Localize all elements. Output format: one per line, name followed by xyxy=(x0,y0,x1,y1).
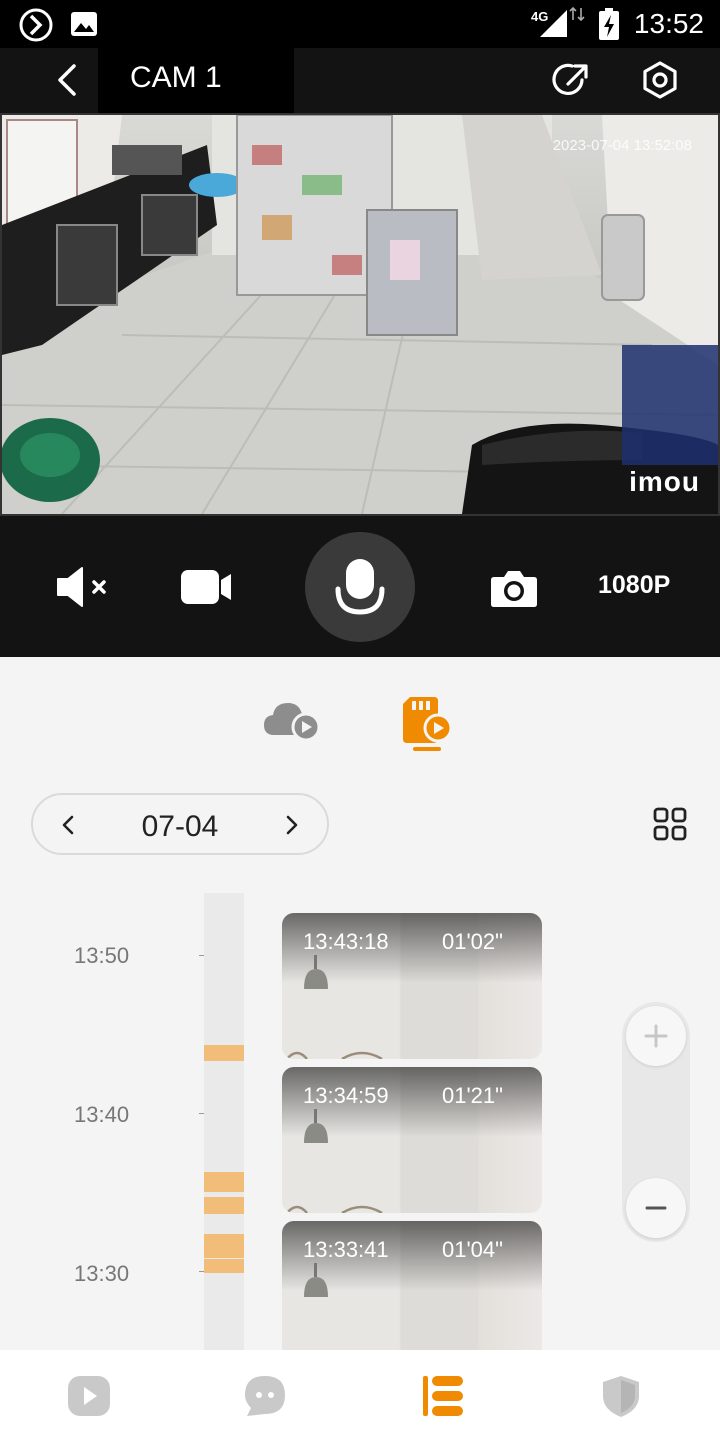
recording-segment[interactable] xyxy=(204,1172,244,1192)
messages-icon[interactable] xyxy=(242,1374,288,1418)
timeline-zoom-control xyxy=(622,1002,690,1242)
battery-charging-icon xyxy=(599,8,619,40)
recording-clip[interactable]: 13:43:18 01'02" xyxy=(282,913,542,1059)
timeline-label: 13:30 xyxy=(74,1261,130,1286)
recording-segment[interactable] xyxy=(204,1259,244,1273)
camera-live-view[interactable]: 2023-07-04 13:52:08 imou xyxy=(0,113,720,516)
image-notification-icon xyxy=(71,12,97,36)
recording-segment[interactable] xyxy=(204,1234,244,1258)
snapshot-icon[interactable] xyxy=(490,568,538,608)
recording-timeline[interactable]: 13:50 13:40 13:30 13:43:18 01'02" 13:34:… xyxy=(0,893,720,1350)
next-day-icon[interactable] xyxy=(281,813,303,837)
cloud-playback-icon[interactable] xyxy=(262,695,322,741)
record-icon[interactable] xyxy=(180,569,232,605)
clip-start-time: 13:43:18 xyxy=(303,929,389,954)
app-header: CAM 1 xyxy=(0,48,720,113)
back-icon[interactable] xyxy=(50,60,86,100)
grid-view-icon[interactable] xyxy=(652,806,688,842)
plus-icon xyxy=(644,1024,668,1048)
sd-card-playback-icon[interactable] xyxy=(398,693,456,753)
live-icon[interactable] xyxy=(66,1374,112,1418)
resolution-toggle[interactable]: 1080P xyxy=(598,571,670,600)
timeline-label: 13:50 xyxy=(74,943,130,968)
brand-watermark: imou xyxy=(629,466,700,497)
clock: 13:52 xyxy=(633,8,704,39)
status-bar: 4G 13:52 xyxy=(0,0,720,48)
signal-icon xyxy=(540,10,567,37)
bottom-navigation xyxy=(0,1350,720,1440)
playback-list-icon[interactable] xyxy=(420,1374,466,1418)
clip-start-time: 13:34:59 xyxy=(303,1083,389,1108)
minus-icon xyxy=(645,1206,667,1210)
share-icon[interactable] xyxy=(552,60,592,100)
recording-segment[interactable] xyxy=(204,1045,244,1061)
recording-clip[interactable]: 13:34:59 01'21" xyxy=(282,1067,542,1213)
settings-icon[interactable] xyxy=(640,60,680,100)
timeline-track[interactable] xyxy=(204,893,244,1350)
recording-clip[interactable]: 13:33:41 01'04" xyxy=(282,1221,542,1350)
clip-duration: 01'21" xyxy=(442,1083,503,1108)
clip-duration: 01'02" xyxy=(442,929,503,954)
talk-button[interactable] xyxy=(305,532,415,642)
data-arrows-icon xyxy=(569,6,585,22)
clip-start-time: 13:33:41 xyxy=(303,1237,389,1262)
timeline-label: 13:40 xyxy=(74,1102,130,1127)
mute-icon[interactable] xyxy=(54,565,110,609)
clip-duration: 01'04" xyxy=(442,1237,503,1262)
playback-controls: 1080P xyxy=(0,516,720,657)
page-title: CAM 1 xyxy=(130,61,222,94)
camera-timestamp: 2023-07-04 13:52:08 xyxy=(552,137,692,154)
app-logo-icon xyxy=(19,8,53,42)
microphone-icon xyxy=(335,559,385,615)
camera-scene xyxy=(2,115,718,514)
clip-thumbnail xyxy=(304,1109,328,1143)
clip-thumbnail-detail xyxy=(286,1051,383,1059)
date-picker: 07-04 xyxy=(31,793,329,855)
zoom-in-button[interactable] xyxy=(626,1006,686,1066)
clip-thumbnail-detail xyxy=(286,1205,383,1213)
security-icon[interactable] xyxy=(598,1374,644,1418)
zoom-out-button[interactable] xyxy=(626,1178,686,1238)
clip-thumbnail xyxy=(304,955,328,989)
recording-segment[interactable] xyxy=(204,1197,244,1214)
clip-thumbnail xyxy=(304,1263,328,1297)
active-tab-indicator xyxy=(413,747,441,751)
